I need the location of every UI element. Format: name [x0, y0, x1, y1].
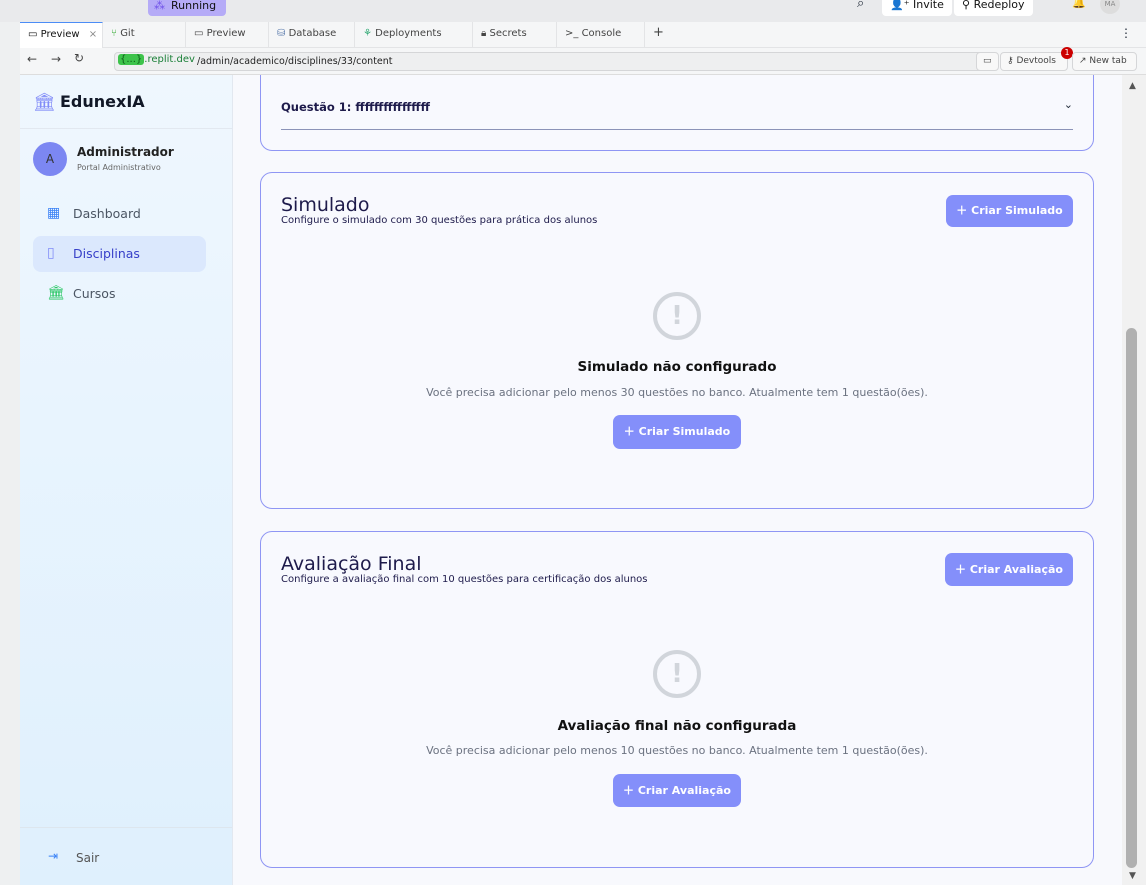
user-avatar[interactable]: MA [1100, 0, 1120, 14]
empty-title: Simulado não configurado [577, 359, 777, 375]
sidebar-item-dashboard[interactable]: ▦ Dashboard [33, 196, 206, 232]
reload-icon[interactable]: ↻ [74, 51, 84, 65]
tab-deployments[interactable]: ⚘ Deployments [355, 22, 473, 48]
new-tab-plus-icon[interactable]: + [645, 22, 675, 48]
create-simulado-button[interactable]: ＋ Criar Simulado [946, 195, 1073, 227]
alert-circle-icon: ! [653, 650, 701, 698]
database-icon: ⛁ [277, 28, 286, 39]
empty-title: Avaliação final não configurada [557, 718, 797, 734]
plus-icon: ＋ [955, 563, 970, 576]
sidebar: 🏛︎ EdunexIA A Administrador Portal Admin… [20, 75, 233, 885]
url-input[interactable]: {...} .replit.dev /admin/academico/discip… [114, 52, 991, 71]
close-icon[interactable]: × [89, 29, 97, 40]
scroll-up-icon[interactable]: ▲ [1129, 81, 1136, 91]
scroll-down-icon[interactable]: ▼ [1129, 871, 1136, 881]
more-icon[interactable]: ⋮ [1120, 26, 1132, 40]
dashboard-icon: ▦ [47, 205, 61, 221]
back-icon[interactable]: ← [27, 52, 37, 66]
empty-text: Você precisa adicionar pelo menos 10 que… [426, 744, 928, 757]
sidebar-item-disciplinas[interactable]: ▯ Disciplinas [33, 236, 206, 272]
alert-circle-icon: ! [653, 292, 701, 340]
user-role: Portal Administrativo [77, 163, 161, 172]
section-title: Simulado [281, 194, 370, 216]
empty-text: Você precisa adicionar pelo menos 30 que… [426, 386, 928, 399]
invite-button[interactable]: 👤⁺ Invite [882, 0, 952, 16]
school-icon: 🏛︎ [47, 285, 65, 301]
new-tab-button[interactable]: ↗ New tab [1072, 52, 1137, 71]
tab-database[interactable]: ⛁ Database [269, 22, 355, 48]
tab-git[interactable]: ⑂ Git [103, 22, 186, 48]
create-avaliacao-empty-button[interactable]: ＋ Criar Avaliação [613, 774, 741, 807]
section-subtitle: Configure o simulado com 30 questões par… [281, 215, 598, 226]
plus-icon: ＋ [623, 784, 638, 797]
create-avaliacao-button[interactable]: ＋ Criar Avaliação [945, 553, 1073, 586]
replit-left-strip [0, 22, 20, 885]
school-icon: 🏛︎ [33, 92, 56, 113]
git-icon: ⑂ [111, 28, 117, 39]
tab-secrets[interactable]: 🔒︎ Secrets [473, 22, 557, 48]
plus-icon: ＋ [956, 204, 972, 217]
devtools-button[interactable]: ⚷ Devtools 1 [1000, 47, 1073, 71]
chevron-down-icon[interactable]: ⌄ [1064, 98, 1073, 111]
section-title: Avaliação Final [281, 553, 422, 575]
brand-name: EdunexIA [60, 92, 145, 111]
avaliacao-card: Avaliação Final Configure a avaliação fi… [260, 531, 1094, 868]
tab-preview[interactable]: ▭ Preview [186, 22, 269, 48]
tab-bar: ▭ Preview × ⑂ Git ▭ Preview ⛁ Database ⚘… [20, 22, 1146, 48]
url-bar: ← → ↻ {...} .replit.dev /admin/academico/… [20, 47, 1146, 75]
question-card: Questão 1: ffffffffffffffff ⌄ [260, 75, 1094, 151]
book-icon: ▯ [47, 245, 55, 261]
scrollbar[interactable]: ▲ ▼ [1122, 75, 1146, 885]
lock-icon: 🔒︎ [481, 28, 487, 39]
deployments-icon: ⚘ [363, 28, 372, 39]
main-content: Questão 1: ffffffffffffffff ⌄ Simulado C… [233, 75, 1122, 885]
forward-icon[interactable]: → [51, 52, 61, 66]
sidebar-item-cursos[interactable]: 🏛︎ Cursos [33, 276, 206, 312]
running-status[interactable]: ⁂ Running [148, 0, 226, 16]
logout-button[interactable]: Sair [76, 851, 99, 865]
create-simulado-empty-button[interactable]: ＋ Criar Simulado [613, 415, 741, 449]
bell-icon[interactable]: 🔔 [1072, 0, 1086, 9]
divider [281, 129, 1073, 130]
section-subtitle: Configure a avaliação final com 10 quest… [281, 574, 648, 585]
scrollbar-thumb[interactable] [1126, 328, 1137, 868]
tab-preview-active[interactable]: ▭ Preview × [20, 22, 103, 48]
logout-icon[interactable]: ⇥ [48, 849, 58, 863]
user-avatar-circle: A [33, 142, 67, 176]
host-badge: {...} [118, 54, 145, 65]
running-icon: ⁂ [154, 0, 165, 12]
divider [20, 128, 232, 129]
search-icon[interactable]: ⌕ [857, 0, 864, 11]
simulado-card: Simulado Configure o simulado com 30 que… [260, 172, 1094, 509]
redeploy-button[interactable]: ⚲ Redeploy [954, 0, 1033, 16]
replit-topbar: ⁂ Running ⌕ 👤⁺ Invite ⚲ Redeploy 🔔 MA [0, 0, 1146, 22]
plus-icon: ＋ [623, 425, 639, 438]
question-title[interactable]: Questão 1: ffffffffffffffff [281, 100, 430, 114]
device-icon[interactable]: ▭ [976, 52, 999, 71]
tab-console[interactable]: >_ Console [557, 22, 645, 48]
divider [20, 827, 232, 828]
user-name: Administrador [77, 145, 174, 159]
console-icon: >_ [565, 28, 579, 39]
